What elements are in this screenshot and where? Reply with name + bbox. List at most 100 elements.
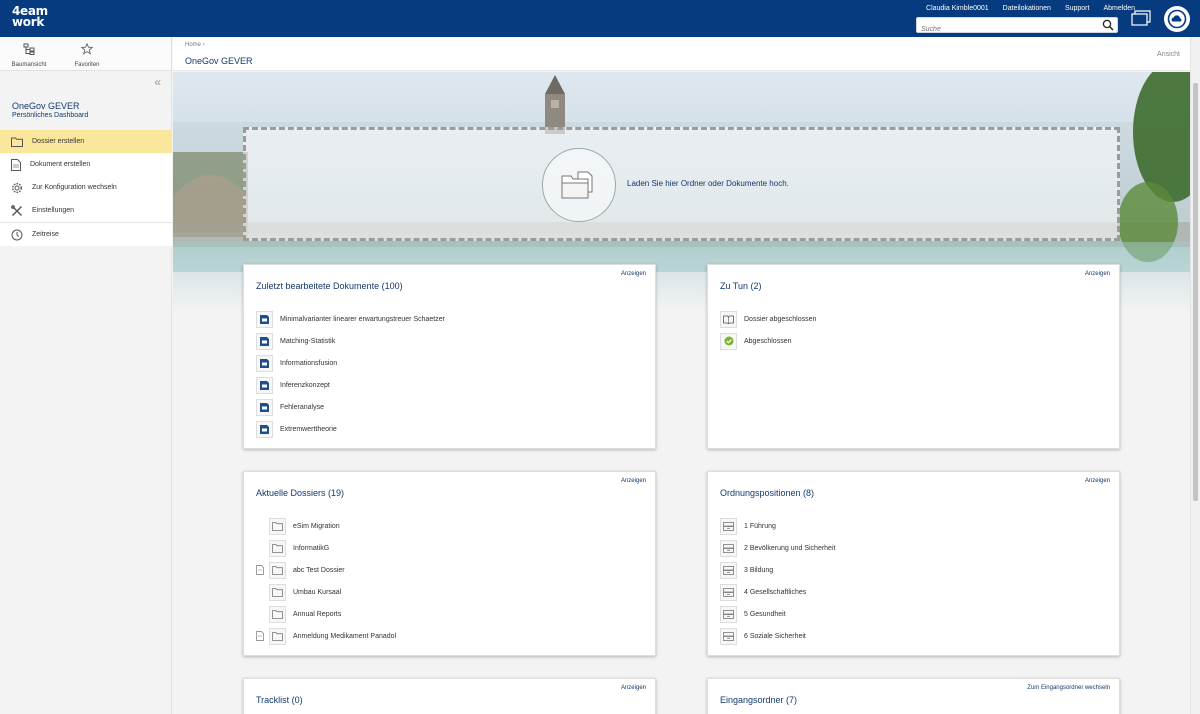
card-inbox: Zum Eingangsordner wechseln Eingangsordn… <box>707 678 1120 714</box>
avatar[interactable] <box>1164 6 1190 32</box>
tab-tree-view-label: Baumansicht <box>11 62 47 68</box>
list-item[interactable]: 2 Bevölkerung und Sicherheit <box>720 537 1109 559</box>
todo-show-link[interactable]: Anzeigen <box>1085 271 1110 277</box>
tree-icon <box>23 43 35 55</box>
book-icon <box>720 310 737 328</box>
list-item[interactable]: Minimalvarianter linearer erwartungstreu… <box>256 308 645 330</box>
windows-icon[interactable] <box>1131 10 1151 31</box>
list-item[interactable]: 5 Gesundheit <box>720 603 1109 625</box>
list-item[interactable]: 6 Soziale Sicherheit <box>720 625 1109 647</box>
search-icon[interactable] <box>1102 19 1114 31</box>
upload-dropzone[interactable]: Laden Sie hier Ordner oder Dokumente hoc… <box>243 127 1120 241</box>
list-item[interactable]: abc Test Dossier <box>256 559 645 581</box>
recent-docs-list: Minimalvarianter linearer erwartungstreu… <box>256 308 645 440</box>
card-current-dossiers: Anzeigen Aktuelle Dossiers (19) eSim Mig… <box>243 471 656 656</box>
folder-icon <box>269 561 286 579</box>
scrollbar-thumb[interactable] <box>1193 83 1198 501</box>
positions-title: Ordnungspositionen (8) <box>720 488 815 498</box>
recent-docs-show-link[interactable]: Anzeigen <box>621 271 646 277</box>
tab-favorites[interactable]: Favoriten <box>58 37 116 70</box>
positions-list: 1 Führung 2 Bevölkerung und Sicherheit 3… <box>720 515 1109 647</box>
sidebar-subtitle: Persönliches Dashboard <box>12 112 89 119</box>
list-item[interactable]: InformatikG <box>256 537 645 559</box>
menu-switch-configuration[interactable]: Zur Konfiguration wechseln <box>0 176 172 199</box>
tab-tree-view[interactable]: Baumansicht <box>0 37 58 70</box>
menu-create-document[interactable]: Dokument erstellen <box>0 153 172 176</box>
drawer-icon <box>720 561 737 579</box>
breadcrumb: Home › OneGov GEVER Ansicht <box>173 37 1190 71</box>
sidebar-tabs: Baumansicht Favoriten <box>0 37 171 71</box>
check-icon <box>720 332 737 350</box>
card-repository-positions: Anzeigen Ordnungspositionen (8) 1 Führun… <box>707 471 1120 656</box>
list-item[interactable]: Annual Reports <box>256 603 645 625</box>
todo-title: Zu Tun (2) <box>720 281 762 291</box>
file-locations-link[interactable]: Dateilokationen <box>1003 5 1051 12</box>
list-item[interactable]: Abgeschlossen <box>720 330 1109 352</box>
card-tracklist: Anzeigen Tracklist (0) <box>243 678 656 714</box>
collapse-sidebar-button[interactable]: « <box>154 75 161 89</box>
tracklist-show-link[interactable]: Anzeigen <box>621 685 646 691</box>
word-document-icon <box>256 354 273 372</box>
list-item[interactable]: Informationsfusion <box>256 352 645 374</box>
tab-favorites-label: Favoriten <box>74 62 100 68</box>
folder-icon <box>269 605 286 623</box>
list-item[interactable]: 3 Bildung <box>720 559 1109 581</box>
card-todo: Anzeigen Zu Tun (2) Dossier abgeschlosse… <box>707 264 1120 449</box>
clock-icon <box>11 229 23 240</box>
list-item[interactable]: Matching-Statistik <box>256 330 645 352</box>
search-box <box>916 17 1118 37</box>
main-content: Home › OneGov GEVER Ansicht Laden Sie hi… <box>173 37 1190 714</box>
word-document-icon <box>256 332 273 350</box>
checked-out-document-icon <box>256 565 264 575</box>
word-document-icon <box>256 420 273 438</box>
menu-settings[interactable]: Einstellungen <box>0 199 172 222</box>
dossiers-list: eSim Migration InformatikG abc Test Doss… <box>256 515 645 647</box>
word-document-icon <box>256 376 273 394</box>
checked-out-document-icon <box>256 631 264 641</box>
list-item[interactable]: Extremwerttheorie <box>256 418 645 440</box>
drawer-icon <box>720 627 737 645</box>
dossiers-show-link[interactable]: Anzeigen <box>621 478 646 484</box>
drawer-icon <box>720 517 737 535</box>
user-menu-link[interactable]: Claudia Kimble0001 <box>926 5 989 12</box>
positions-show-link[interactable]: Anzeigen <box>1085 478 1110 484</box>
tracklist-title: Tracklist (0) <box>256 695 303 705</box>
logo[interactable]: 4eam work <box>12 5 48 28</box>
folder-icon <box>269 517 286 535</box>
drawer-icon <box>720 539 737 557</box>
list-item[interactable]: Fehleranalyse <box>256 396 645 418</box>
drawer-icon <box>720 605 737 623</box>
drawer-icon <box>720 583 737 601</box>
view-button[interactable]: Ansicht <box>1157 51 1180 58</box>
list-item[interactable]: eSim Migration <box>256 515 645 537</box>
folder-icon <box>269 583 286 601</box>
todo-list: Dossier abgeschlossen Abgeschlossen <box>720 308 1109 352</box>
search-input[interactable] <box>917 22 1097 37</box>
folder-upload-icon <box>561 171 593 199</box>
folder-icon <box>269 539 286 557</box>
page-scrollbar[interactable] <box>1190 37 1200 714</box>
list-item[interactable]: Anmeldung Medikament Panadol <box>256 625 645 647</box>
list-item[interactable]: 1 Führung <box>720 515 1109 537</box>
list-item[interactable]: Dossier abgeschlossen <box>720 308 1109 330</box>
list-item[interactable]: Inferenzkonzept <box>256 374 645 396</box>
menu-create-dossier[interactable]: Dossier erstellen <box>0 130 172 153</box>
sidebar-title: OneGov GEVER <box>12 101 80 111</box>
word-document-icon <box>256 398 273 416</box>
upload-hint: Laden Sie hier Ordner oder Dokumente hoc… <box>627 179 789 188</box>
list-item[interactable]: 4 Gesellschaftliches <box>720 581 1109 603</box>
menu-time-travel[interactable]: Zeitreise <box>0 223 172 246</box>
cloud-icon <box>1167 9 1187 29</box>
top-links: Claudia Kimble0001 Dateilokationen Suppo… <box>926 5 1135 12</box>
sidebar-menu: Dossier erstellen Dokument erstellen Zur… <box>0 130 172 246</box>
inbox-switch-link[interactable]: Zum Eingangsordner wechseln <box>1027 685 1110 691</box>
breadcrumb-home[interactable]: Home › <box>185 42 205 48</box>
upload-circle <box>542 148 616 222</box>
folder-icon <box>11 137 23 147</box>
page-title: OneGov GEVER <box>185 56 253 66</box>
folder-icon <box>269 627 286 645</box>
support-link[interactable]: Support <box>1065 5 1090 12</box>
list-item[interactable]: Umbau Kursaal <box>256 581 645 603</box>
star-icon <box>80 42 94 55</box>
document-icon <box>11 158 21 171</box>
